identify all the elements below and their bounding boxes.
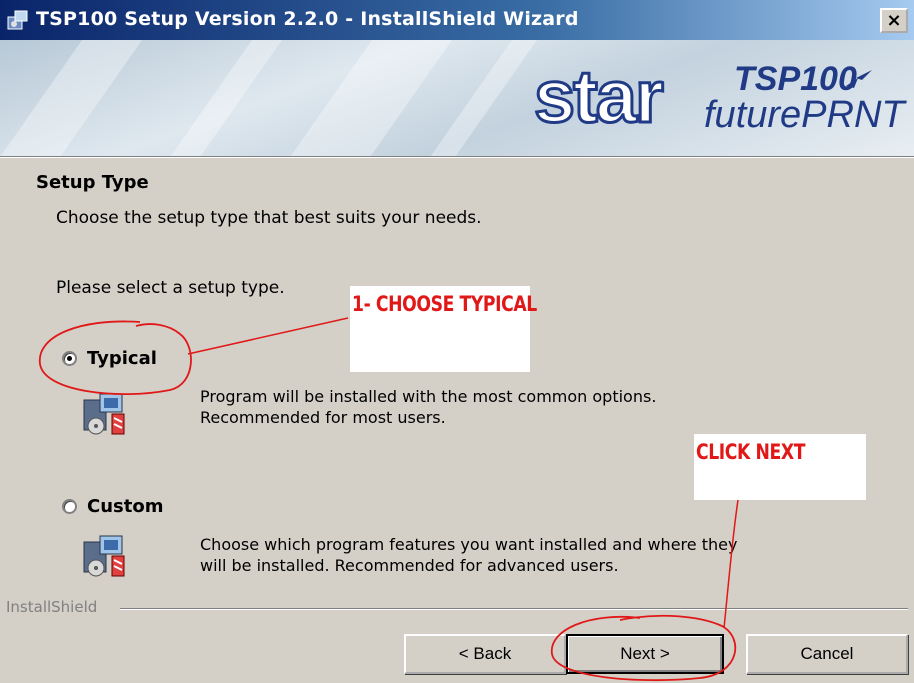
installshield-label: InstallShield [6, 598, 98, 616]
typical-option[interactable]: Typical [62, 348, 157, 369]
page-subtitle: Choose the setup type that best suits yo… [56, 208, 482, 228]
custom-description: Choose which program features you want i… [200, 534, 737, 576]
star-logo: star TSP100 futurePRNT [533, 55, 906, 138]
annotation-click-next: CLICK NEXT [696, 440, 806, 464]
typical-radio[interactable] [62, 351, 77, 366]
typical-description: Program will be installed with the most … [200, 386, 656, 428]
logo-brand-text: star [533, 55, 666, 138]
back-button[interactable]: < Back [404, 634, 566, 674]
footer-divider [120, 608, 908, 610]
cancel-button[interactable]: Cancel [746, 634, 908, 674]
installer-icon [7, 10, 28, 30]
typical-description-line2: Recommended for most users. [200, 408, 446, 427]
typical-setup-icon [83, 393, 125, 435]
select-prompt: Please select a setup type. [56, 278, 285, 298]
typical-label[interactable]: Typical [87, 348, 157, 369]
title-bar[interactable]: TSP100 Setup Version 2.2.0 - InstallShie… [0, 0, 914, 40]
custom-label[interactable]: Custom [87, 496, 163, 517]
close-icon: × [886, 9, 902, 31]
page-title: Setup Type [36, 172, 149, 193]
window-title: TSP100 Setup Version 2.2.0 - InstallShie… [36, 8, 579, 30]
typical-description-line1: Program will be installed with the most … [200, 387, 657, 406]
custom-radio[interactable] [62, 499, 77, 514]
logo-product-text: futurePRNT [704, 94, 905, 136]
custom-option[interactable]: Custom [62, 496, 163, 517]
close-button[interactable]: × [880, 8, 908, 33]
logo-model-text: TSP100 [734, 60, 857, 98]
annotation-choose-typical: 1- CHOOSE TYPICAL [352, 292, 537, 316]
swoosh-icon [846, 70, 872, 88]
banner-divider [0, 156, 914, 158]
custom-setup-icon [83, 535, 125, 577]
custom-description-line2: will be installed. Recommended for advan… [200, 556, 619, 575]
typical-pointer-line [187, 317, 349, 355]
custom-description-line1: Choose which program features you want i… [200, 535, 738, 554]
wizard-banner: star TSP100 futurePRNT [0, 40, 914, 156]
next-button[interactable]: Next > [566, 634, 724, 674]
